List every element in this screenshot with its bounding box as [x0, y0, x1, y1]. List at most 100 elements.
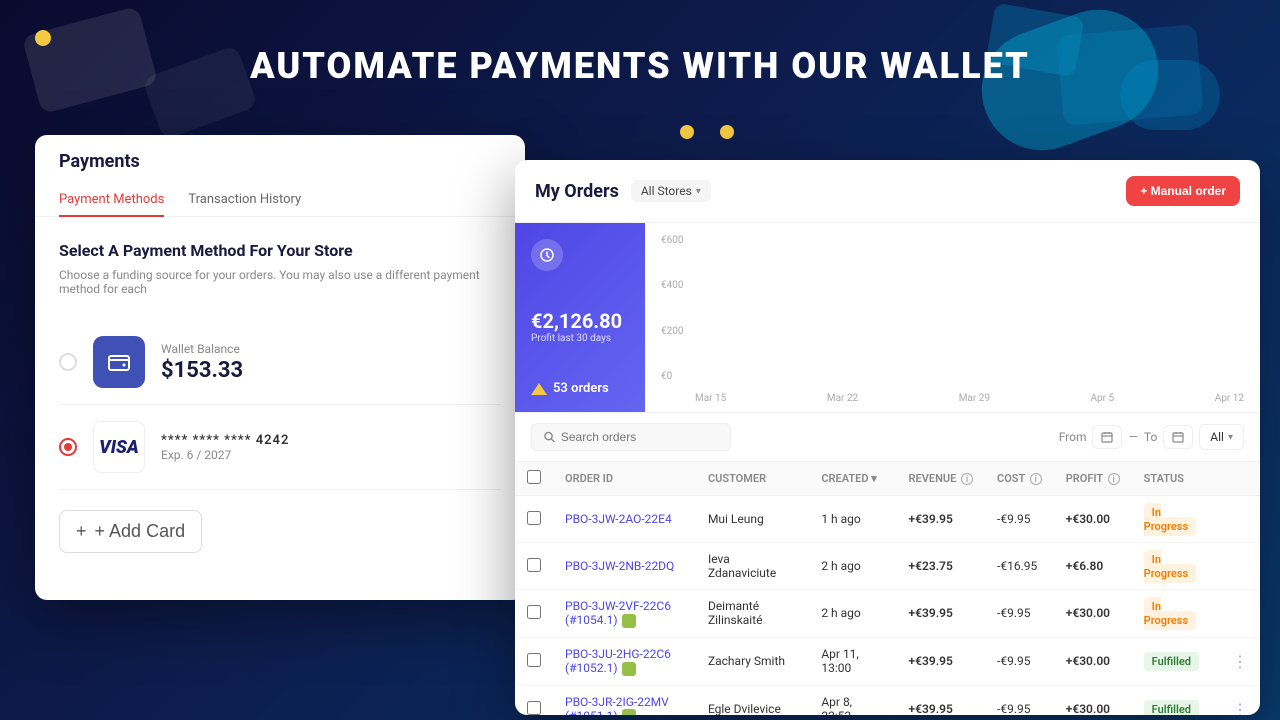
col-header-status: STATUS	[1132, 462, 1220, 496]
profit-value: +€30.00	[1054, 637, 1132, 685]
more-options-icon[interactable]: ⋮	[1232, 700, 1248, 715]
status-badge: In Progress	[1144, 503, 1196, 536]
stats-triangle-icon	[531, 383, 547, 395]
col-header-revenue: REVENUE i	[897, 462, 985, 496]
to-label: To	[1144, 430, 1157, 444]
created-time: Apr 11, 13:00	[809, 637, 896, 685]
more-options-icon[interactable]: ⋮	[1232, 652, 1248, 671]
stats-orders-count: 53 orders	[553, 381, 609, 396]
cost-value: -€9.95	[985, 637, 1054, 685]
visa-option[interactable]: VISA **** **** **** 4242 Exp. 6 / 2027	[59, 405, 501, 490]
table-row: PBO-3JW-2VF-22C6 (#1054.1) Deimanté Zili…	[515, 590, 1260, 638]
status-badge: In Progress	[1144, 550, 1196, 583]
status-filter-label: All	[1210, 430, 1224, 444]
to-date-input[interactable]	[1163, 425, 1193, 449]
chart-x-apr12: Apr 12	[1215, 393, 1244, 404]
chart-y-0: €0	[661, 371, 683, 382]
orders-filters: From — To All	[515, 413, 1260, 462]
cost-info-icon[interactable]: i	[1030, 473, 1042, 485]
row-checkbox[interactable]	[527, 653, 541, 667]
status-badge: In Progress	[1144, 597, 1196, 630]
visa-radio[interactable]	[59, 438, 77, 456]
chart-section: €2,126.80 Profit last 30 days 53 orders …	[515, 223, 1260, 413]
search-input[interactable]	[561, 430, 718, 444]
payments-panel: Payments Payment Methods Transaction His…	[35, 135, 525, 600]
table-row: PBO-3JR-2IG-22MV (#1051.1) Egle Dvilevic…	[515, 685, 1260, 715]
profit-info-icon[interactable]: i	[1108, 473, 1120, 485]
calendar-icon-from	[1101, 431, 1113, 443]
chart-y-400: €400	[661, 280, 683, 291]
tab-transaction-history[interactable]: Transaction History	[188, 184, 301, 217]
store-selector[interactable]: All Stores ▾	[631, 180, 711, 202]
status-badge: Fulfilled	[1144, 652, 1199, 671]
wallet-icon	[107, 350, 131, 374]
select-all-checkbox[interactable]	[527, 470, 541, 484]
visa-card-box: VISA	[93, 421, 145, 473]
profit-value: +€30.00	[1054, 496, 1132, 543]
search-icon	[544, 431, 555, 443]
shopify-icon	[622, 614, 636, 628]
stats-label: Profit last 30 days	[531, 333, 629, 344]
add-card-plus-icon: +	[76, 521, 87, 542]
page-title: AUTOMATE PAYMENTS WITH OUR WALLET	[0, 45, 1280, 87]
cost-value: -€9.95	[985, 496, 1054, 543]
revenue-value: +€39.95	[897, 637, 985, 685]
status-filter-select[interactable]: All ▾	[1199, 424, 1244, 450]
visa-logo: VISA	[99, 437, 139, 458]
deco-circle-yellow-1	[35, 30, 51, 46]
order-id-link[interactable]: PBO-3JW-2NB-22DQ	[565, 559, 674, 573]
payments-header: Payments Payment Methods Transaction His…	[35, 135, 525, 217]
row-checkbox[interactable]	[527, 701, 541, 715]
chart-x-labels: Mar 15 Mar 22 Mar 29 Apr 5 Apr 12	[695, 393, 1244, 404]
stats-bottom: 53 orders	[531, 381, 629, 396]
table-row: PBO-3JW-2AO-22E4 Mui Leung 1 h ago +€39.…	[515, 496, 1260, 543]
wallet-option[interactable]: Wallet Balance $153.33	[59, 320, 501, 405]
card-expiry: Exp. 6 / 2027	[161, 448, 289, 462]
payments-panel-title: Payments	[59, 151, 501, 172]
created-time: 2 h ago	[809, 590, 896, 638]
customer-name: Mui Leung	[696, 496, 809, 543]
created-time: 2 h ago	[809, 543, 896, 590]
customer-name: Egle Dvilevice	[696, 685, 809, 715]
select-desc: Choose a funding source for your orders.…	[59, 268, 501, 296]
stats-amount: €2,126.80	[531, 309, 629, 333]
card-number: **** **** **** 4242	[161, 433, 289, 448]
search-box[interactable]	[531, 423, 731, 451]
row-checkbox[interactable]	[527, 605, 541, 619]
revenue-value: +€39.95	[897, 685, 985, 715]
shopify-icon	[622, 662, 636, 676]
select-title: Select A Payment Method For Your Store	[59, 241, 501, 260]
profit-value: +€30.00	[1054, 685, 1132, 715]
from-date-input[interactable]	[1092, 425, 1122, 449]
revenue-value: +€39.95	[897, 496, 985, 543]
status-badge: Fulfilled	[1144, 700, 1199, 715]
row-checkbox[interactable]	[527, 558, 541, 572]
order-id-link[interactable]: PBO-3JR-2IG-22MV (#1051.1)	[565, 695, 669, 715]
chart-y-labels: €600 €400 €200 €0	[661, 235, 683, 382]
stats-icon	[531, 239, 563, 271]
revenue-value: +€39.95	[897, 590, 985, 638]
orders-panel: My Orders All Stores ▾ + Manual order €2…	[515, 160, 1260, 715]
add-card-label: + Add Card	[95, 521, 186, 542]
wallet-amount: $153.33	[161, 358, 243, 383]
order-id-link[interactable]: PBO-3JW-2AO-22E4	[565, 512, 672, 526]
manual-order-button[interactable]: + Manual order	[1126, 176, 1240, 206]
tab-payment-methods[interactable]: Payment Methods	[59, 184, 164, 217]
cost-value: -€9.95	[985, 590, 1054, 638]
filter-group: From — To All	[1059, 424, 1244, 450]
order-id-link[interactable]: PBO-3JU-2HG-22C6 (#1052.1)	[565, 647, 671, 675]
col-header-profit: PROFIT i	[1054, 462, 1132, 496]
wallet-radio[interactable]	[59, 353, 77, 371]
row-checkbox[interactable]	[527, 511, 541, 525]
add-card-button[interactable]: + + Add Card	[59, 510, 202, 553]
cost-value: -€9.95	[985, 685, 1054, 715]
payments-tabs: Payment Methods Transaction History	[59, 184, 501, 216]
chart-x-mar15: Mar 15	[695, 393, 726, 404]
profit-value: +€6.80	[1054, 543, 1132, 590]
customer-name: Deimanté Zilinskaité	[696, 590, 809, 638]
customer-name: Ieva Zdanaviciute	[696, 543, 809, 590]
order-id-link[interactable]: PBO-3JW-2VF-22C6 (#1054.1)	[565, 599, 671, 627]
revenue-info-icon[interactable]: i	[961, 473, 973, 485]
chart-area: €600 €400 €200 €0 Mar 15 Mar 22 Mar 29 A…	[645, 223, 1260, 412]
table-row: PBO-3JU-2HG-22C6 (#1052.1) Zachary Smith…	[515, 637, 1260, 685]
